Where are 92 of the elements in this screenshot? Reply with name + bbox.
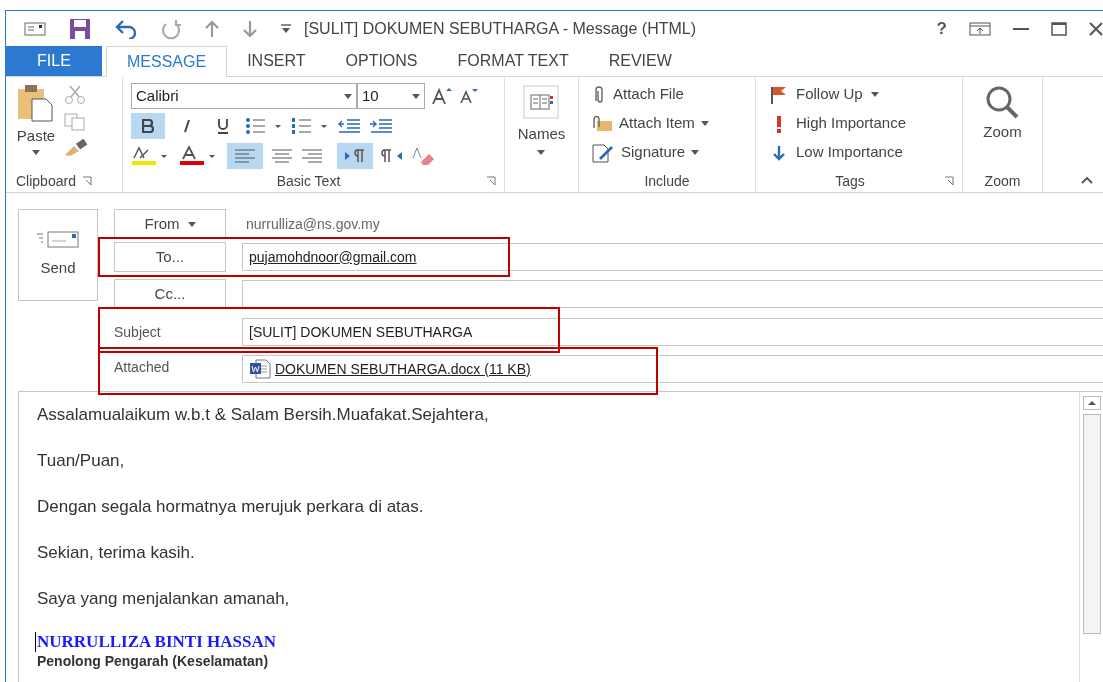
body-paragraph: Dengan segala hormatnya merujuk perkara di atas. <box>37 496 425 518</box>
help-button[interactable]: ? <box>936 16 947 42</box>
right-to-left-icon[interactable] <box>381 149 403 163</box>
caret-icon <box>412 93 420 99</box>
signature-title: Penolong Pengarah (Keselamatan) <box>37 652 270 670</box>
include-button[interactable]: Signature <box>591 141 755 164</box>
body-paragraph: Tuan/Puan, <box>37 450 126 472</box>
bold-button[interactable] <box>131 113 165 139</box>
from-button[interactable]: From <box>114 209 226 239</box>
customize-icon[interactable] <box>280 24 292 34</box>
include-button[interactable]: Attach Item <box>591 112 755 135</box>
tag-button[interactable]: High Importance <box>770 112 962 135</box>
decrease-indent-icon[interactable] <box>337 118 361 134</box>
file-tab[interactable]: FILE <box>6 46 102 76</box>
group-label: Include <box>644 171 690 191</box>
subject-field[interactable]: [SULIT] DOKUMEN SEBUTHARGA <box>242 318 1103 346</box>
group-label: Basic Text <box>275 171 342 191</box>
to-field[interactable]: pujamohdnoor@gmail.com <box>242 243 1103 271</box>
close-icon[interactable] <box>1089 22 1103 36</box>
bullets-icon[interactable] <box>245 117 283 135</box>
caret-icon <box>691 150 700 155</box>
eraser-icon[interactable] <box>411 146 435 166</box>
subject-label: Subject <box>114 322 162 342</box>
down-arrow-icon <box>772 144 786 161</box>
bold-icon <box>142 119 154 133</box>
left-to-right-button[interactable] <box>337 143 373 169</box>
from-address: nurrulliza@ns.gov.my <box>246 214 380 234</box>
launcher-icon[interactable] <box>486 176 496 186</box>
send-button[interactable]: Send <box>18 209 98 301</box>
attached-label: Attached <box>114 358 171 377</box>
collapse-ribbon-icon[interactable] <box>1081 176 1093 184</box>
envelope-icon <box>36 230 80 249</box>
minimize-icon[interactable] <box>1013 27 1029 31</box>
cc-button[interactable]: Cc... <box>114 279 226 309</box>
save-icon[interactable] <box>68 17 92 41</box>
ribbon-tab[interactable]: MESSAGE <box>106 46 228 77</box>
signature-name: NURRULLIZA BINTI HASSAN <box>35 632 276 652</box>
paste-button[interactable]: Paste <box>16 83 56 170</box>
tag-button[interactable]: Follow Up <box>770 83 962 106</box>
body-paragraph: Saya yang menjalankan amanah, <box>37 588 291 610</box>
tag-button[interactable]: Low Importance <box>770 141 962 164</box>
scroll-up-icon[interactable] <box>1082 396 1101 410</box>
left-to-right-icon <box>344 149 366 163</box>
group-label: Clipboard <box>16 171 76 191</box>
ribbon-tab[interactable]: REVIEW <box>588 46 692 76</box>
ribbon-tab[interactable]: FORMAT TEXT <box>437 46 589 76</box>
cc-field[interactable] <box>242 280 1103 308</box>
window-title: [SULIT] DOKUMEN SEBUTHARGA - Message (HTML) <box>304 19 697 39</box>
signature-icon <box>591 142 615 163</box>
scroll-thumb[interactable] <box>1082 414 1101 634</box>
ribbon-display-icon[interactable] <box>969 22 991 36</box>
clipboard-icon <box>16 83 56 123</box>
grow-font-icon[interactable] <box>431 87 453 105</box>
names-button[interactable]: Names <box>517 85 566 155</box>
scrollbar[interactable] <box>1079 392 1103 682</box>
brush-icon[interactable] <box>64 139 88 157</box>
ribbon-tab[interactable]: INSERT <box>227 46 326 76</box>
numbering-icon[interactable] <box>291 117 329 135</box>
group-label: Tags <box>834 171 866 191</box>
caret-icon <box>700 121 709 126</box>
launcher-icon[interactable] <box>944 176 954 186</box>
flag-icon <box>770 85 788 104</box>
address-book-icon <box>523 85 560 119</box>
magnifier-icon <box>984 85 1021 119</box>
body-paragraph: Sekian, terima kasih. <box>37 542 196 564</box>
launcher-icon[interactable] <box>81 176 92 186</box>
underline-icon <box>217 118 229 134</box>
caret-icon <box>344 93 352 99</box>
group-label: Zoom <box>984 171 1021 191</box>
size-dropdown[interactable]: 10 <box>357 83 425 109</box>
caret-icon <box>537 149 546 155</box>
body-paragraph: Assalamualaikum w.b.t & Salam Bersih.Muafakat.Sejahtera, <box>37 404 490 426</box>
caret-icon <box>187 221 196 227</box>
envelope-clip-icon <box>591 115 613 132</box>
zoom-button[interactable]: Zoom <box>983 85 1022 145</box>
word-document-icon <box>249 359 271 379</box>
ribbon-tab[interactable]: OPTIONS <box>325 46 438 76</box>
italic-icon <box>182 119 192 133</box>
caret-icon <box>870 92 879 97</box>
message-icon <box>24 22 46 36</box>
up-arrow-icon[interactable] <box>204 20 220 38</box>
to-button[interactable]: To... <box>114 242 226 272</box>
undo-icon[interactable] <box>114 19 138 39</box>
increase-indent-icon[interactable] <box>369 118 393 134</box>
caret-icon <box>32 149 40 155</box>
maximize-icon[interactable] <box>1051 22 1067 36</box>
align-left-icon <box>234 149 256 163</box>
exclamation-icon <box>775 114 783 133</box>
include-button[interactable]: Attach File <box>591 83 755 106</box>
down-arrow-icon[interactable] <box>242 20 258 38</box>
shrink-font-icon[interactable] <box>459 88 479 104</box>
font-dropdown[interactable]: Calibri <box>131 83 357 109</box>
